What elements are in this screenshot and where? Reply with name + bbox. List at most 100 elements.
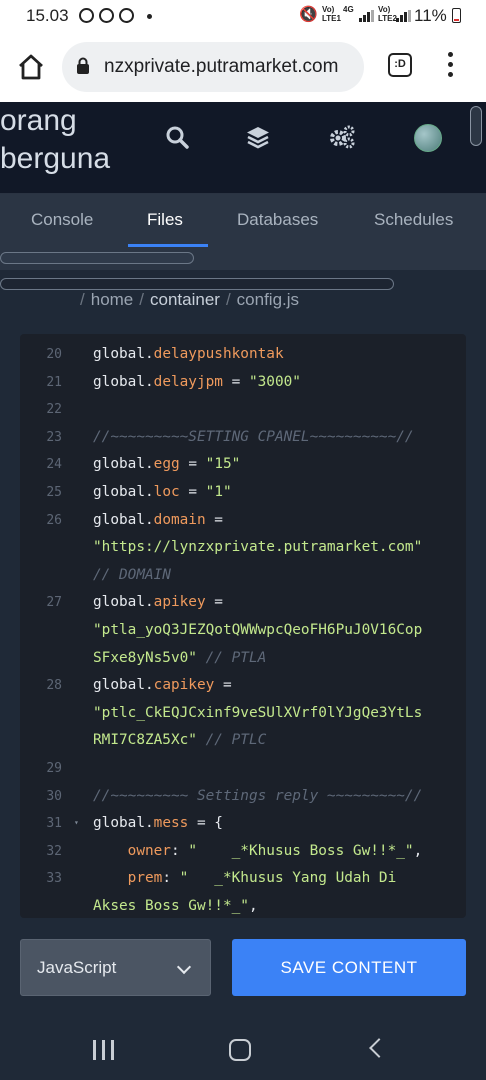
code-line[interactable]: 22 [20, 395, 466, 423]
code-line[interactable]: Akses Boss Gw!!*_", [20, 892, 466, 918]
code-text: global.delaypushkontak [93, 346, 284, 362]
breadcrumb-separator: / [139, 290, 144, 309]
back-icon[interactable] [369, 1038, 389, 1058]
home-icon[interactable] [16, 52, 46, 82]
url-text[interactable]: nzxprivate.putramarket.com [104, 56, 338, 78]
code-line[interactable]: 31 ▾ global.mess = { [20, 809, 466, 837]
code-line[interactable]: 24 global.egg = "15" [20, 450, 466, 478]
code-text: //~~~~~~~~~ Settings reply ~~~~~~~~~// [93, 787, 423, 804]
mute-icon: 🔇 [299, 6, 318, 23]
code-text: // DOMAIN [93, 566, 171, 583]
line-number: 26 [46, 512, 62, 528]
signal-icon [396, 10, 412, 22]
code-text: global.domain = [93, 511, 223, 528]
brand-title[interactable]: orang berguna [0, 102, 140, 178]
line-number: 28 [46, 678, 62, 694]
code-text: global.egg = "15" [93, 456, 241, 473]
breadcrumb-separator: / [225, 290, 231, 309]
code-line[interactable]: "ptla_yoQ3JEZQotQWWwpcQeoFH6PuJ0V16Cop [20, 616, 466, 644]
network-label-1: Vo) LTE1 [322, 5, 341, 23]
layers-icon[interactable] [245, 124, 271, 150]
code-line[interactable]: 29 [20, 754, 466, 782]
line-number: 25 [46, 485, 62, 500]
line-number: 30 [46, 788, 62, 804]
code-text: global.delayjpm = "3000" [93, 373, 301, 390]
code-line[interactable]: 32 owner: " _*Khusus Boss Gw!!*_", [20, 837, 466, 865]
signal-icon [359, 10, 375, 22]
language-select[interactable]: JavaScript [20, 939, 211, 996]
chevron-down-icon [176, 959, 192, 975]
code-text: "ptlc_CkEQJCxinf9veSUlXVrf0lYJgQe3YtLs [93, 704, 423, 721]
whatsapp-icon [79, 8, 94, 23]
horizontal-scrollbar[interactable] [0, 278, 394, 290]
line-number: 31 [46, 816, 62, 832]
app-header: orang berguna [0, 102, 486, 290]
tab-switcher-button[interactable]: :D [388, 53, 412, 77]
network-type: 4G [343, 5, 354, 14]
code-text: Akses Boss Gw!!*_", [93, 898, 258, 914]
code-text: prem: " _*Khusus Yang Udah Di [127, 870, 397, 887]
save-content-button[interactable]: SAVE CONTENT [232, 939, 466, 996]
code-line[interactable]: 33 prem: " _*Khusus Yang Udah Di [20, 864, 466, 892]
brand-line-1: orang [0, 104, 77, 137]
line-number: 29 [46, 761, 62, 776]
menu-kebab-icon[interactable] [446, 52, 454, 82]
code-line[interactable]: 26 global.domain = [20, 506, 466, 534]
code-line[interactable]: 23 //~~~~~~~~~SETTING CPANEL~~~~~~~~~~// [20, 423, 466, 451]
lock-icon [77, 57, 89, 74]
code-editor[interactable]: 20 global.delaypushkontak 21 global.delayjp… [20, 334, 466, 918]
settings-gears-icon[interactable] [328, 124, 356, 150]
code-line[interactable]: 28 global.capikey = [20, 671, 466, 699]
tab-databases[interactable]: Databases [237, 210, 318, 230]
code-text: global.mess = { [93, 815, 223, 832]
network-label-2: Vo) LTE2 [378, 5, 397, 23]
tabs-scrollbar[interactable] [0, 252, 194, 264]
status-time: 15.03 [26, 6, 69, 25]
tab-schedules[interactable]: Schedules [374, 210, 453, 230]
code-text: global.capikey = [93, 677, 232, 694]
code-line[interactable]: 21 global.delayjpm = "3000" [20, 368, 466, 396]
code-line[interactable]: SFxe8yNs5v0" // PTLA [20, 644, 466, 672]
breadcrumb: / home / container / config.js [80, 290, 299, 310]
system-nav-bar [0, 1020, 486, 1080]
home-nav-icon[interactable] [229, 1039, 251, 1061]
code-line[interactable]: "ptlc_CkEQJCxinf9veSUlXVrf0lYJgQe3YtLs [20, 699, 466, 727]
browser-toolbar: nzxprivate.putramarket.com :D [0, 32, 486, 102]
recents-icon[interactable] [93, 1040, 115, 1060]
code-text: SFxe8yNs5v0" // PTLA [93, 649, 267, 666]
fold-toggle-icon[interactable]: ▾ [74, 818, 79, 827]
code-line[interactable]: 30 //~~~~~~~~~ Settings reply ~~~~~~~~~// [20, 782, 466, 810]
tab-console[interactable]: Console [31, 210, 93, 230]
code-line[interactable]: 25 global.loc = "1" [20, 478, 466, 506]
language-select-value: JavaScript [37, 958, 117, 977]
address-bar[interactable]: nzxprivate.putramarket.com [62, 42, 364, 92]
battery-icon [452, 8, 461, 23]
line-number: 27 [46, 595, 62, 611]
breadcrumb-container[interactable]: container [150, 290, 220, 309]
breadcrumb-file: config.js [236, 290, 300, 309]
line-number: 33 [46, 871, 62, 887]
code-line[interactable]: 27 global.apikey = [20, 588, 466, 616]
line-number: 23 [46, 429, 62, 445]
brand-line-2: berguna [0, 142, 111, 175]
avatar[interactable] [414, 124, 442, 152]
code-line[interactable]: 20 global.delaypushkontak [20, 340, 466, 368]
code-text: "https://lynzxprivate.putramarket.com" [93, 539, 423, 556]
line-number: 20 [46, 347, 62, 362]
tab-files[interactable]: Files [147, 210, 183, 230]
breadcrumb-separator: / [80, 290, 85, 309]
vertical-scrollbar[interactable] [470, 106, 482, 146]
code-line[interactable]: "https://lynzxprivate.putramarket.com" [20, 533, 466, 561]
line-number: 24 [46, 457, 62, 473]
code-text: "ptla_yoQ3JEZQotQWWwpcQeoFH6PuJ0V16Cop [93, 622, 423, 638]
notification-dot-icon [147, 14, 152, 19]
code-text: RMI7C8ZA5Xc" // PTLC [93, 732, 267, 749]
code-text: //~~~~~~~~~SETTING CPANEL~~~~~~~~~~// [93, 428, 414, 445]
code-line[interactable]: // DOMAIN [20, 561, 466, 589]
search-icon[interactable] [164, 124, 190, 150]
whatsapp-icon [119, 8, 134, 23]
code-line[interactable]: RMI7C8ZA5Xc" // PTLC [20, 726, 466, 754]
breadcrumb-home[interactable]: home [91, 290, 134, 309]
line-number: 32 [46, 843, 62, 859]
line-number: 21 [46, 374, 62, 390]
